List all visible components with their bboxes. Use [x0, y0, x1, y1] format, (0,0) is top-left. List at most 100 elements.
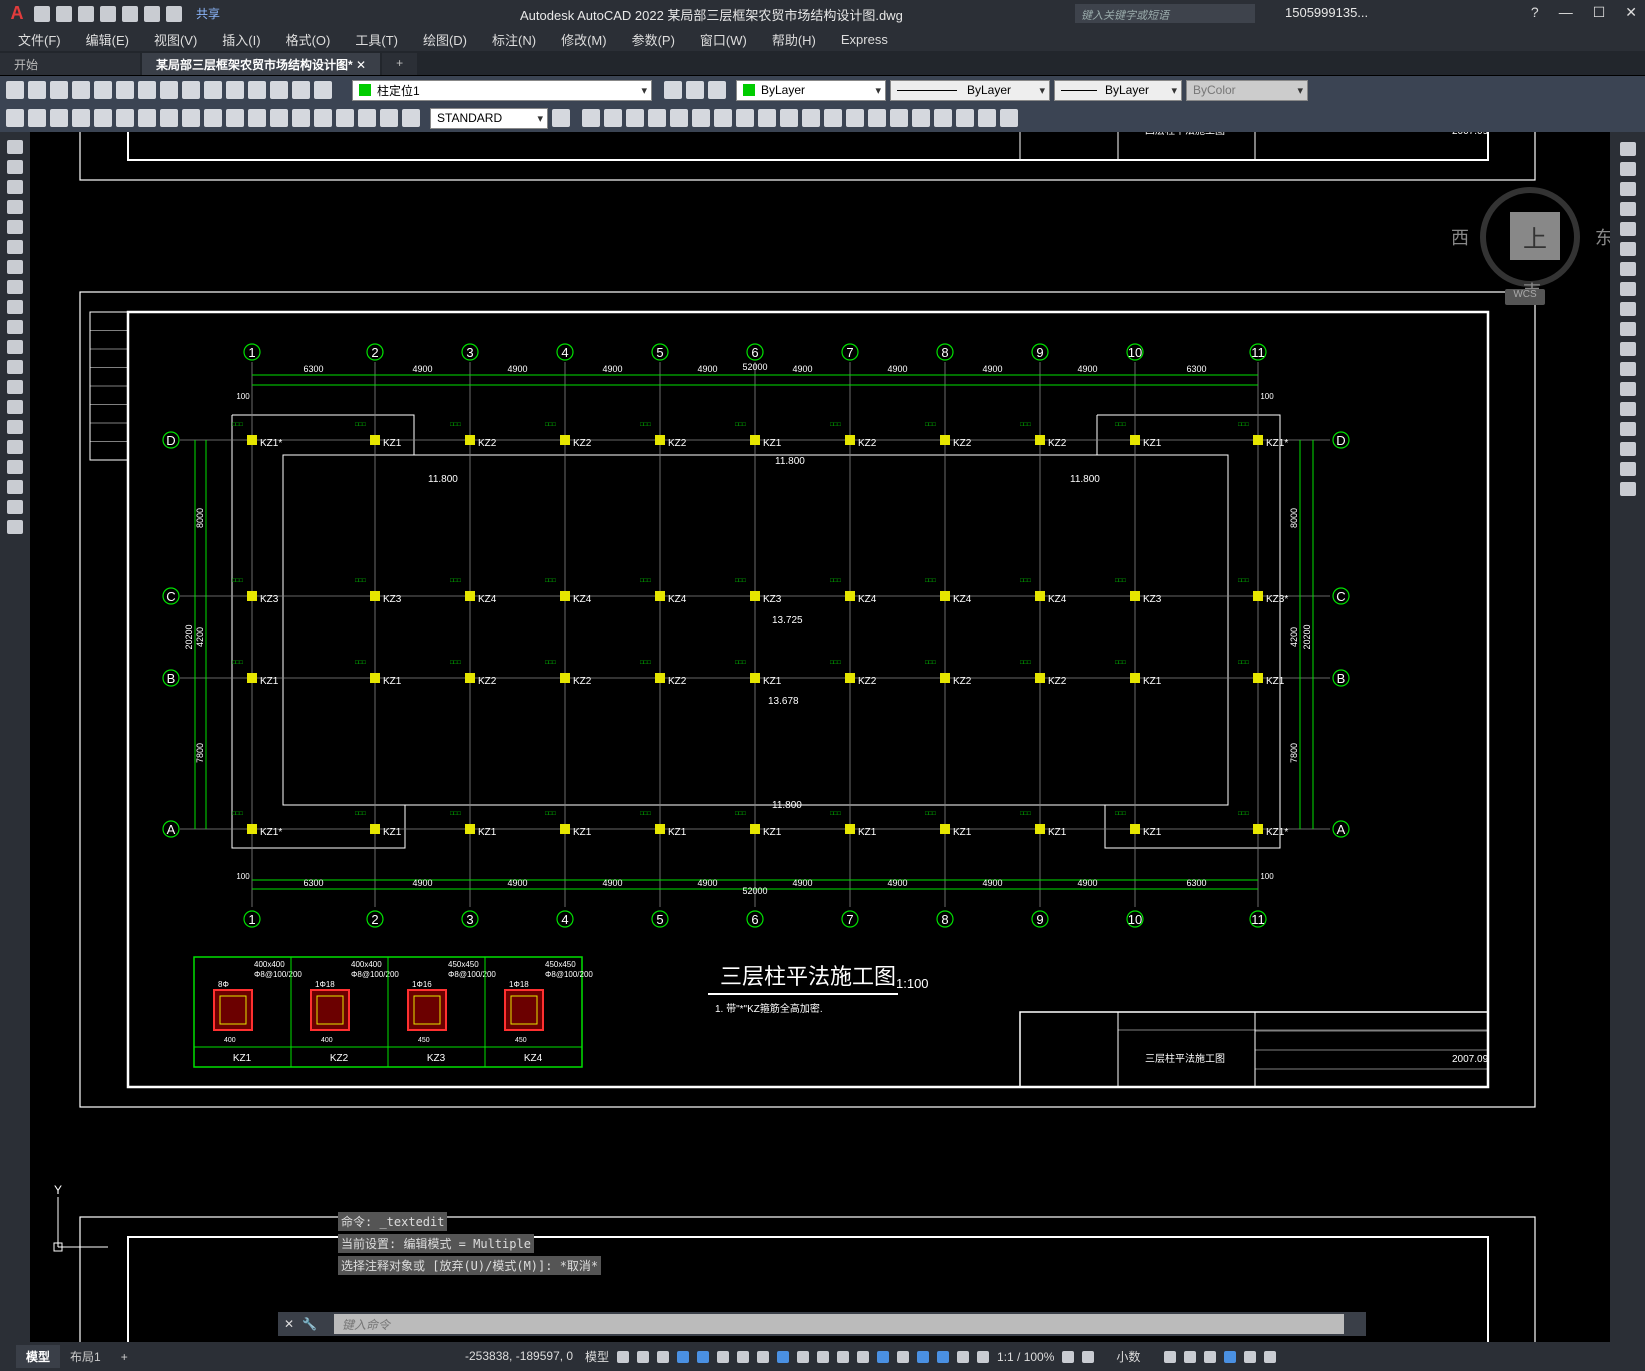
new-tab-button[interactable]: +: [382, 53, 418, 75]
annotation-scale-value[interactable]: 1:1 / 100%: [997, 1350, 1054, 1364]
paste-icon[interactable]: [160, 81, 178, 99]
scale-icon[interactable]: [1619, 282, 1636, 296]
minimize-icon[interactable]: —: [1559, 4, 1573, 21]
ortho-icon[interactable]: [697, 1350, 710, 1363]
save-icon[interactable]: [78, 5, 94, 22]
color-select[interactable]: ByLayer: [736, 79, 886, 101]
search-input[interactable]: 键入关键字或短语: [1075, 4, 1255, 23]
snap-icon[interactable]: [637, 1350, 650, 1363]
offset-icon[interactable]: [1619, 202, 1636, 216]
stretch-icon[interactable]: [1619, 302, 1636, 316]
lineweight-icon[interactable]: [797, 1350, 810, 1363]
close-cmd-icon[interactable]: ✕: [284, 1317, 294, 1331]
copy-icon[interactable]: [138, 81, 156, 99]
point-icon[interactable]: [7, 400, 23, 414]
plot-icon[interactable]: [122, 5, 138, 22]
xref-icon[interactable]: [868, 109, 886, 127]
tolerance-icon[interactable]: [292, 109, 310, 127]
array-icon[interactable]: [1619, 222, 1636, 236]
infer-icon[interactable]: [657, 1350, 670, 1363]
ellipse-icon[interactable]: [7, 320, 23, 334]
insert-icon[interactable]: [824, 109, 842, 127]
annotation-scale-icon[interactable]: [977, 1350, 990, 1363]
join-icon[interactable]: [1619, 402, 1636, 416]
user-account[interactable]: 1505999135...: [1285, 5, 1368, 20]
saveas-icon[interactable]: [100, 5, 116, 22]
undo-icon[interactable]: [144, 5, 160, 22]
polygon-icon[interactable]: [7, 200, 23, 214]
circle-icon[interactable]: [7, 260, 23, 274]
linear-dim-icon[interactable]: [50, 109, 68, 127]
dynamic-input-icon[interactable]: [677, 1350, 690, 1363]
close-tab-icon[interactable]: ✕: [356, 58, 366, 72]
preview-icon[interactable]: [94, 81, 112, 99]
tab-drawing[interactable]: 某局部三层框架农贸市场结构设计图* ✕: [142, 53, 381, 75]
dimtedit-icon[interactable]: [380, 109, 398, 127]
osnap-icon[interactable]: [777, 1350, 790, 1363]
copy-icon[interactable]: [1619, 162, 1636, 176]
menu-item-0[interactable]: 文件(F): [18, 30, 61, 49]
add-selected-icon[interactable]: [7, 520, 23, 534]
selection-cycling-icon[interactable]: [837, 1350, 850, 1363]
tab-layout1[interactable]: 布局1: [60, 1345, 111, 1368]
ungroup-icon[interactable]: [934, 109, 952, 127]
continue-dim-icon[interactable]: [270, 109, 288, 127]
attribute-icon[interactable]: [846, 109, 864, 127]
layer-change-icon[interactable]: [692, 109, 710, 127]
3d-osnap-icon[interactable]: [857, 1350, 870, 1363]
menu-item-12[interactable]: Express: [841, 32, 888, 47]
zoom-icon[interactable]: [248, 81, 266, 99]
rectangle-icon[interactable]: [7, 220, 23, 234]
tab-start[interactable]: 开始: [0, 53, 140, 75]
share-button[interactable]: 共享: [196, 5, 220, 22]
block-icon[interactable]: [802, 109, 820, 127]
add-layout-button[interactable]: +: [111, 1347, 138, 1367]
drawing-canvas[interactable]: 四层柱平法施工图2007.091122334455667788991010111…: [30, 132, 1610, 1342]
layer-walk-icon[interactable]: [736, 109, 754, 127]
plotstyle-select[interactable]: ByColor: [1186, 79, 1308, 101]
clean-screen-icon[interactable]: [1244, 1350, 1257, 1363]
redo-icon[interactable]: [166, 5, 182, 22]
dimstyle-select[interactable]: STANDARD: [430, 107, 548, 129]
menu-item-7[interactable]: 标注(N): [492, 30, 536, 49]
ellipse-arc-icon[interactable]: [7, 340, 23, 354]
jogged-dim-icon[interactable]: [160, 109, 178, 127]
properties-icon[interactable]: [270, 81, 288, 99]
rotate-icon[interactable]: [1619, 262, 1636, 276]
make-block-icon[interactable]: [7, 380, 23, 394]
group-icon[interactable]: [912, 109, 930, 127]
menu-item-5[interactable]: 工具(T): [355, 30, 398, 49]
command-input[interactable]: 键入命令: [334, 1314, 1344, 1334]
selection-filter-icon[interactable]: [897, 1350, 910, 1363]
layer-icon[interactable]: [292, 81, 310, 99]
gradient-icon[interactable]: [7, 440, 23, 454]
aligned-dim-icon[interactable]: [72, 109, 90, 127]
arc-dim-icon[interactable]: [94, 109, 112, 127]
isodraft-icon[interactable]: [737, 1350, 750, 1363]
maximize-icon[interactable]: ☐: [1593, 4, 1606, 21]
pan-icon[interactable]: [226, 81, 244, 99]
menu-item-6[interactable]: 绘图(D): [423, 30, 467, 49]
wipeout-icon[interactable]: [956, 109, 974, 127]
graphics-performance-icon[interactable]: [1224, 1350, 1237, 1363]
save-icon[interactable]: [50, 81, 68, 99]
menu-item-9[interactable]: 参数(P): [632, 30, 675, 49]
menu-item-4[interactable]: 格式(O): [286, 30, 331, 49]
grid-icon[interactable]: [617, 1350, 630, 1363]
dimstyle-icon[interactable]: [552, 109, 570, 127]
new-icon[interactable]: [6, 81, 24, 99]
annotation-monitor-icon[interactable]: [1082, 1350, 1095, 1363]
insert-block-icon[interactable]: [7, 360, 23, 374]
match-layer-icon[interactable]: [686, 81, 704, 99]
tab-model[interactable]: 模型: [16, 1345, 61, 1368]
layer-lock-icon[interactable]: [648, 109, 666, 127]
layer-select[interactable]: 柱定位1: [352, 79, 652, 101]
explode-icon[interactable]: [1619, 482, 1636, 496]
table-icon[interactable]: [7, 480, 23, 494]
diameter-dim-icon[interactable]: [182, 109, 200, 127]
print-icon[interactable]: [72, 81, 90, 99]
hatch-icon[interactable]: [7, 420, 23, 434]
annotation-visibility-icon[interactable]: [937, 1350, 950, 1363]
polyline-icon[interactable]: [7, 180, 23, 194]
construction-line-icon[interactable]: [7, 160, 23, 174]
